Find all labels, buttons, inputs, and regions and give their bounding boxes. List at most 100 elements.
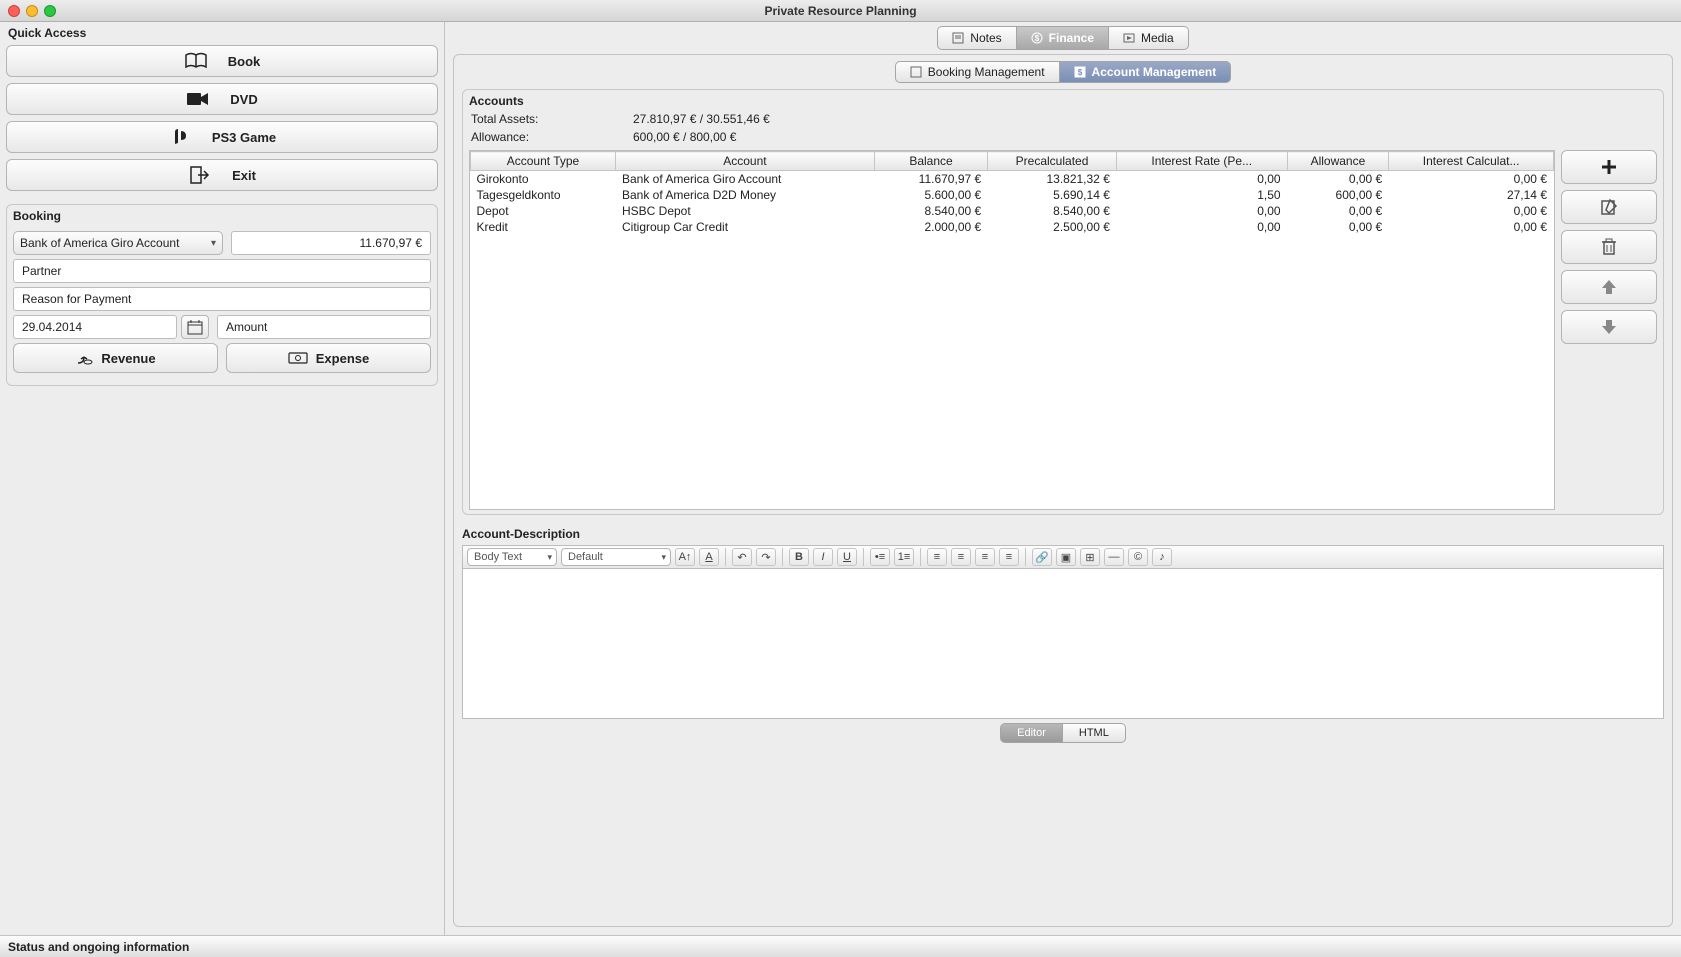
- col-account-type[interactable]: Account Type: [471, 152, 616, 171]
- ps3-game-button-label: PS3 Game: [212, 130, 276, 145]
- arrow-down-icon: [1600, 318, 1618, 336]
- allowance-label: Allowance:: [471, 130, 621, 144]
- accounts-table[interactable]: Account Type Account Balance Precalculat…: [469, 150, 1555, 510]
- editor-textarea[interactable]: [462, 569, 1664, 719]
- link-button[interactable]: 🔗: [1032, 548, 1052, 566]
- table-row[interactable]: TagesgeldkontoBank of America D2D Money5…: [471, 187, 1554, 203]
- book-icon: [184, 51, 208, 71]
- partner-input[interactable]: Partner: [13, 259, 431, 283]
- font-select[interactable]: Default: [561, 548, 671, 566]
- col-interest-rate[interactable]: Interest Rate (Pe...: [1116, 152, 1287, 171]
- tab-notes[interactable]: Notes: [937, 26, 1016, 50]
- accounts-section: Accounts Total Assets: 27.810,97 € / 30.…: [462, 89, 1664, 515]
- booking-mgmt-icon: [910, 66, 922, 78]
- underline-icon: U: [843, 551, 851, 563]
- dvd-button[interactable]: DVD: [6, 83, 438, 115]
- main-panel: Notes $ Finance Media: [445, 22, 1681, 935]
- tab-account-management[interactable]: $ Account Management: [1060, 61, 1232, 83]
- editor-toolbar: Body Text Default A↑ A ↶ ↷ B I U •≡ 1≡ ≡: [462, 545, 1664, 569]
- description-label: Account-Description: [462, 527, 1664, 541]
- font-color-button[interactable]: A: [699, 548, 719, 566]
- image-button[interactable]: ▣: [1056, 548, 1076, 566]
- add-account-button[interactable]: [1561, 150, 1657, 184]
- undo-icon: ↶: [737, 551, 746, 564]
- underline-button[interactable]: U: [837, 548, 857, 566]
- align-left-button[interactable]: ≡: [927, 548, 947, 566]
- camera-icon: [186, 89, 210, 109]
- description-section: Account-Description Body Text Default A↑…: [462, 523, 1664, 743]
- bullet-list-icon: •≡: [875, 551, 885, 563]
- calendar-button[interactable]: [181, 315, 209, 339]
- book-button[interactable]: Book: [6, 45, 438, 77]
- move-up-button[interactable]: [1561, 270, 1657, 304]
- accounts-section-label: Accounts: [469, 94, 1657, 108]
- col-interest-calc[interactable]: Interest Calculat...: [1389, 152, 1554, 171]
- notes-icon: [952, 32, 964, 44]
- ps3-game-button[interactable]: PS3 Game: [6, 121, 438, 153]
- expense-button[interactable]: Expense: [226, 343, 431, 373]
- table-row[interactable]: GirokontoBank of America Giro Account11.…: [471, 171, 1554, 188]
- editor-mode-editor[interactable]: Editor: [1000, 723, 1063, 743]
- booking-panel: Booking Bank of America Giro Account 11.…: [6, 204, 438, 386]
- title-bar: Private Resource Planning: [0, 0, 1681, 22]
- align-justify-button[interactable]: ≡: [999, 548, 1019, 566]
- col-allowance[interactable]: Allowance: [1287, 152, 1389, 171]
- table-header-row: Account Type Account Balance Precalculat…: [471, 152, 1554, 171]
- status-bar: Status and ongoing information: [0, 935, 1681, 957]
- align-center-button[interactable]: ≡: [951, 548, 971, 566]
- module-tab-bar: Notes $ Finance Media: [453, 26, 1673, 50]
- revenue-button-label: Revenue: [101, 351, 155, 366]
- sidebar: Quick Access Book DVD PS3 Game Exit: [0, 22, 445, 935]
- align-right-button[interactable]: ≡: [975, 548, 995, 566]
- align-center-icon: ≡: [958, 551, 964, 563]
- trash-icon: [1601, 238, 1617, 256]
- reason-input[interactable]: Reason for Payment: [13, 287, 431, 311]
- edit-icon: [1600, 198, 1618, 216]
- account-action-buttons: [1561, 150, 1657, 510]
- hr-button[interactable]: —: [1104, 548, 1124, 566]
- exit-icon: [188, 165, 212, 185]
- delete-account-button[interactable]: [1561, 230, 1657, 264]
- align-justify-icon: ≡: [1006, 551, 1012, 563]
- editor-mode-html[interactable]: HTML: [1063, 723, 1126, 743]
- tab-booking-management[interactable]: Booking Management: [895, 61, 1060, 83]
- tab-media[interactable]: Media: [1109, 26, 1189, 50]
- style-select[interactable]: Body Text: [467, 548, 557, 566]
- table-button[interactable]: ⊞: [1080, 548, 1100, 566]
- total-assets-label: Total Assets:: [471, 112, 621, 126]
- exit-button[interactable]: Exit: [6, 159, 438, 191]
- booking-date-input[interactable]: 29.04.2014: [13, 315, 177, 339]
- finance-icon: $: [1031, 32, 1043, 44]
- plus-icon: [1600, 158, 1618, 176]
- redo-button[interactable]: ↷: [756, 548, 776, 566]
- redo-icon: ↷: [761, 551, 770, 564]
- media-button[interactable]: ♪: [1152, 548, 1172, 566]
- allowance-value: 600,00 € / 800,00 €: [633, 130, 1657, 144]
- symbol-button[interactable]: ©: [1128, 548, 1148, 566]
- bold-icon: B: [795, 551, 803, 563]
- col-account[interactable]: Account: [615, 152, 874, 171]
- table-row[interactable]: DepotHSBC Depot8.540,00 €8.540,00 €0,000…: [471, 203, 1554, 219]
- tab-finance[interactable]: $ Finance: [1017, 26, 1109, 50]
- amount-input[interactable]: Amount: [217, 315, 431, 339]
- italic-button[interactable]: I: [813, 548, 833, 566]
- move-down-button[interactable]: [1561, 310, 1657, 344]
- table-row[interactable]: KreditCitigroup Car Credit2.000,00 €2.50…: [471, 219, 1554, 235]
- col-precalculated[interactable]: Precalculated: [988, 152, 1117, 171]
- bold-button[interactable]: B: [789, 548, 809, 566]
- arrow-up-icon: [1600, 278, 1618, 296]
- link-icon: 🔗: [1035, 551, 1049, 564]
- increase-font-button[interactable]: A↑: [675, 548, 695, 566]
- svg-text:$: $: [1034, 34, 1039, 43]
- revenue-button[interactable]: Revenue: [13, 343, 218, 373]
- media-icon: [1123, 32, 1135, 44]
- col-balance[interactable]: Balance: [874, 152, 987, 171]
- hr-icon: —: [1109, 551, 1120, 563]
- bullet-list-button[interactable]: •≡: [870, 548, 890, 566]
- finance-panel: Booking Management $ Account Management …: [453, 54, 1673, 927]
- booking-account-select[interactable]: Bank of America Giro Account: [13, 231, 223, 255]
- edit-account-button[interactable]: [1561, 190, 1657, 224]
- undo-button[interactable]: ↶: [732, 548, 752, 566]
- number-list-button[interactable]: 1≡: [894, 548, 914, 566]
- table-icon: ⊞: [1085, 551, 1094, 564]
